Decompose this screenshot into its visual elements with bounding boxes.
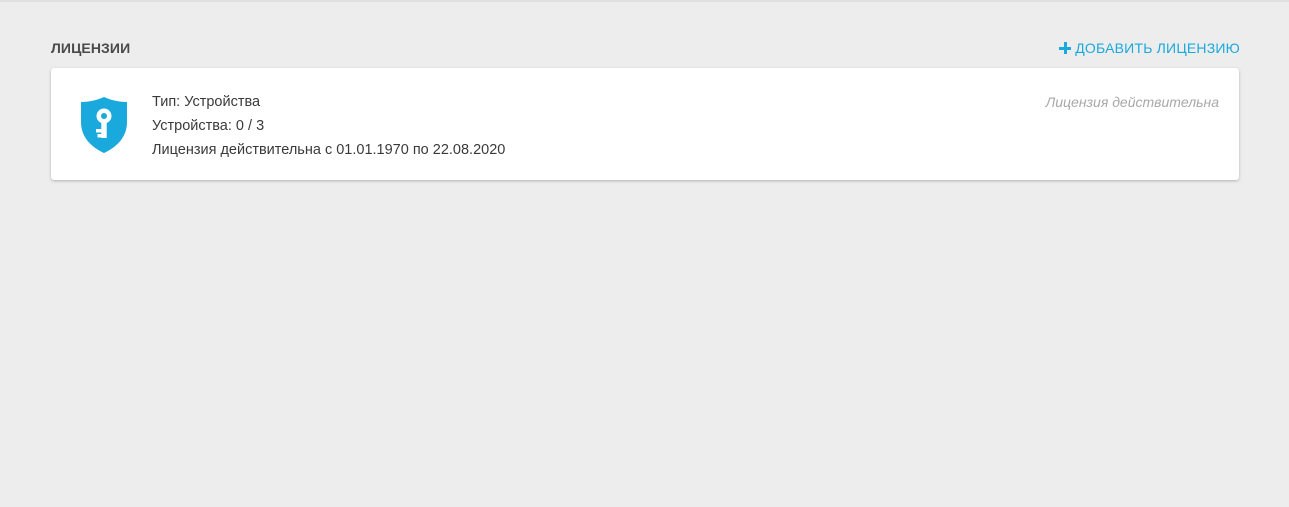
add-license-button[interactable]: ДОБАВИТЬ ЛИЦЕНЗИЮ bbox=[1059, 40, 1240, 56]
license-type: Тип: Устройства bbox=[152, 94, 261, 110]
add-license-label: ДОБАВИТЬ ЛИЦЕНЗИЮ bbox=[1075, 40, 1240, 56]
license-devices: Устройства: 0 / 3 bbox=[152, 118, 265, 134]
licenses-header: ЛИЦЕНЗИИ ДОБАВИТЬ ЛИЦЕНЗИЮ bbox=[51, 38, 1240, 58]
license-details: Тип: Устройства Устройства: 0 / 3 Лиценз… bbox=[152, 90, 505, 162]
license-card[interactable]: Тип: Устройства Устройства: 0 / 3 Лиценз… bbox=[51, 68, 1239, 180]
license-status: Лицензия действительна bbox=[1045, 94, 1219, 110]
shield-key-icon bbox=[81, 97, 127, 153]
plus-icon bbox=[1059, 42, 1072, 54]
top-divider bbox=[0, 0, 1289, 2]
section-title: ЛИЦЕНЗИИ bbox=[51, 40, 131, 56]
license-validity: Лицензия действительна с 01.01.1970 по 2… bbox=[152, 142, 506, 158]
